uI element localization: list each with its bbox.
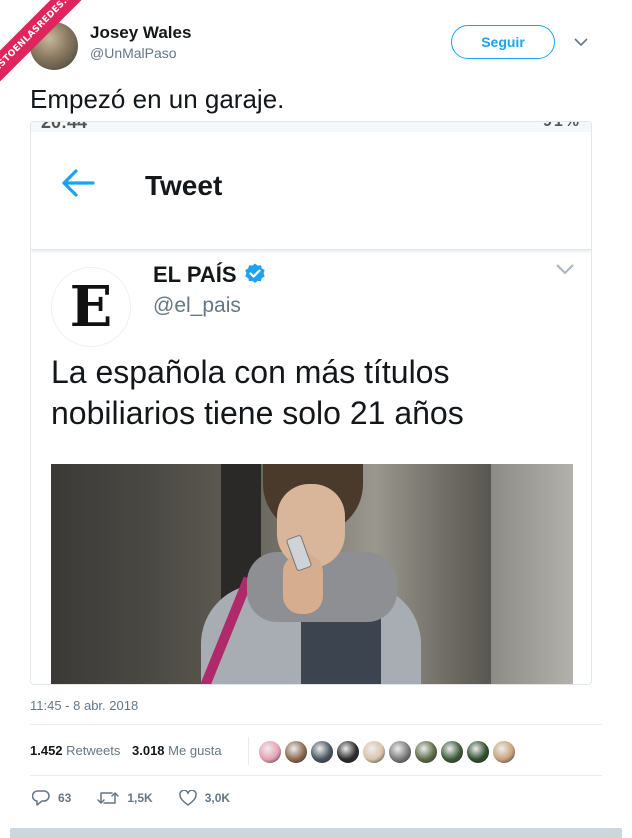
retweets-count[interactable]: 1.452 [30,743,63,758]
author-name[interactable]: Josey Wales [90,23,191,43]
liker-avatar[interactable] [440,740,464,764]
likes-label[interactable]: Me gusta [168,743,221,758]
liker-avatar[interactable] [310,740,334,764]
divider [30,724,602,725]
quoted-tweet-text: La española con más títulos nobiliarios … [51,354,464,431]
liker-avatar[interactable] [414,740,438,764]
retweet-button[interactable]: 1,5K [97,790,153,806]
divider [248,737,249,765]
embedded-screenshot[interactable]: 20:44 91% Tweet E EL PAÍS @el_pais La es… [30,121,592,685]
liker-avatar[interactable] [362,740,386,764]
news-photo [51,464,573,684]
frame-border [10,828,622,838]
reply-icon [32,790,50,806]
quoted-author-handle: @el_pais [153,294,241,317]
heart-icon [178,790,197,806]
status-battery: 91% [543,122,581,131]
retweets-label[interactable]: Retweets [66,743,120,758]
retweet-count: 1,5K [127,791,153,805]
reply-button[interactable]: 63 [32,790,71,806]
liker-avatar[interactable] [284,740,308,764]
phone-status-bar: 20:44 91% [31,122,591,132]
action-bar: 63 1,5K 3,0K [32,790,256,806]
chevron-down-icon[interactable] [574,34,588,52]
tweet-stats[interactable]: 1.452 Retweets 3.018 Me gusta [30,743,222,758]
liker-avatar[interactable] [388,740,412,764]
liker-avatar[interactable] [492,740,516,764]
chevron-down-icon [555,262,575,280]
verified-badge-icon [243,262,267,291]
like-count: 3,0K [204,791,231,805]
divider [30,775,602,776]
liker-avatar[interactable] [336,740,360,764]
reply-count: 63 [58,791,72,805]
like-button[interactable]: 3,0K [178,790,231,806]
tweet-text: Empezó en un garaje. [30,84,285,114]
quoted-author-name: EL PAÍS [153,262,237,287]
author-handle[interactable]: @UnMalPaso [90,45,177,61]
tweet-timestamp[interactable]: 11:45 - 8 abr. 2018 [30,698,138,713]
embedded-nav-title: Tweet [145,170,223,201]
liker-avatar[interactable] [258,740,282,764]
likes-count[interactable]: 3.018 [132,743,165,758]
retweet-icon [97,792,120,804]
back-arrow-icon [61,168,95,203]
follow-button[interactable]: Seguir [451,25,555,59]
liker-avatar[interactable] [466,740,490,764]
embedded-nav-bar: Tweet [31,132,591,250]
status-time: 20:44 [41,122,88,132]
tweet-card: VISTOENLASREDES.com Josey Wales @UnMalPa… [0,0,632,838]
el-pais-logo: E [51,267,131,347]
liker-avatars[interactable] [258,740,516,764]
